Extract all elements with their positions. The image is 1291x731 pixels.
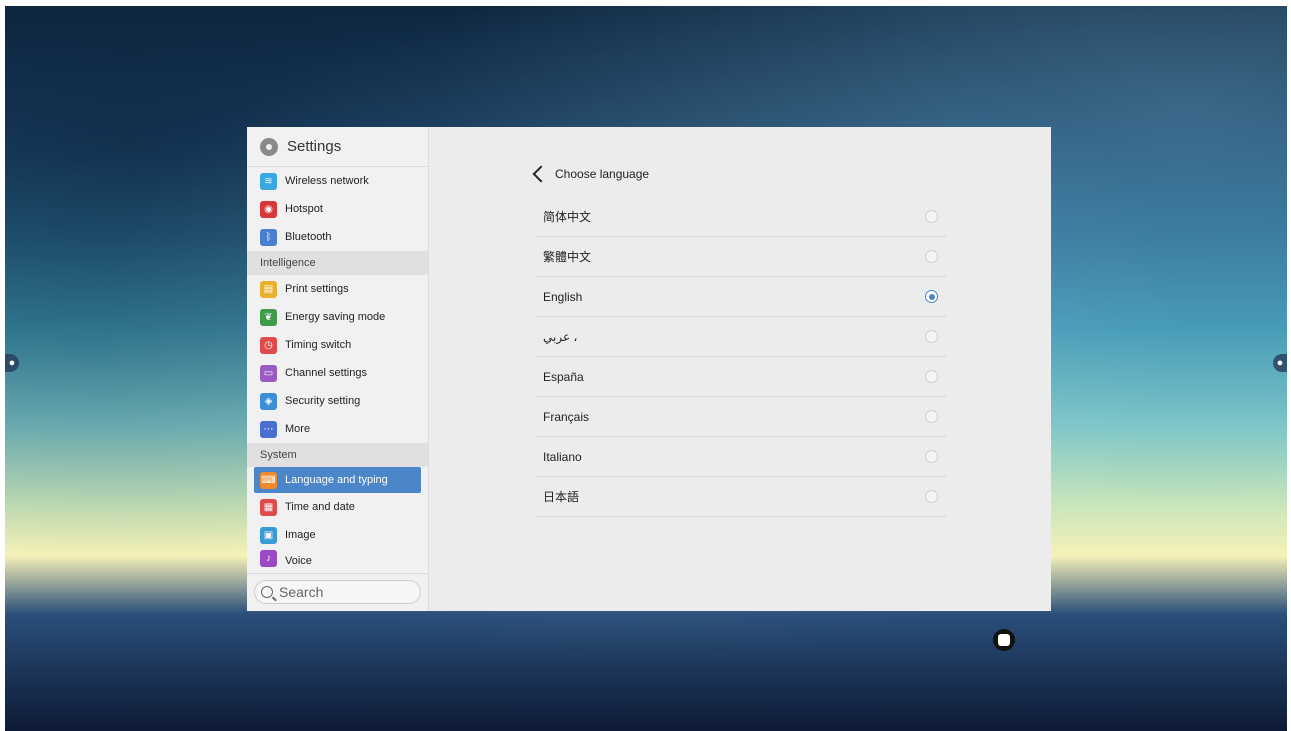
language-option[interactable]: Français <box>535 397 946 437</box>
sidebar-item-hotspot[interactable]: ◉ Hotspot <box>247 195 428 223</box>
search-input[interactable]: Search <box>254 580 421 604</box>
sidebar-header: Settings <box>247 127 428 167</box>
sidebar-item-label: Bluetooth <box>285 231 332 243</box>
section-header-intelligence: Intelligence <box>247 251 428 275</box>
language-option[interactable]: 繁體中文 <box>535 237 946 277</box>
search-placeholder: Search <box>279 584 324 600</box>
radio-button[interactable] <box>925 250 938 263</box>
home-button[interactable] <box>993 629 1015 651</box>
speaker-icon: ♪ <box>260 550 277 567</box>
sidebar-item-label: Image <box>285 529 316 541</box>
language-label: España <box>543 369 584 384</box>
sidebar-item-print-settings[interactable]: ▤ Print settings <box>247 275 428 303</box>
back-button[interactable]: Choose language <box>532 165 650 183</box>
sidebar-item-voice[interactable]: ♪ Voice <box>247 549 428 567</box>
sidebar-item-label: More <box>285 423 311 435</box>
sidebar-item-timing-switch[interactable]: ◷ Timing switch <box>247 331 428 359</box>
chevron-left-icon <box>532 165 550 183</box>
language-label: English <box>543 289 583 304</box>
radio-button[interactable] <box>925 210 938 223</box>
radio-button[interactable] <box>925 410 938 423</box>
sidebar-item-security-setting[interactable]: ◈ Security setting <box>247 387 428 415</box>
language-option[interactable]: English <box>535 277 946 317</box>
language-option[interactable]: 日本語 <box>535 477 946 517</box>
sidebar-item-more[interactable]: ⋯ More <box>247 415 428 443</box>
section-header-system: System <box>247 443 428 467</box>
printer-icon: ▤ <box>260 280 277 298</box>
sidebar-item-label: Security setting <box>285 395 361 407</box>
right-edge-toolbar-handle[interactable]: ● <box>1273 354 1287 372</box>
radio-button[interactable] <box>925 330 938 343</box>
calendar-icon: ▦ <box>260 498 277 516</box>
language-option[interactable]: Italiano <box>535 437 946 477</box>
shield-icon: ◈ <box>260 392 277 410</box>
language-label: Italiano <box>543 449 582 464</box>
leaf-icon: ❦ <box>260 308 277 326</box>
keyboard-icon: ⌨ <box>260 471 277 489</box>
sidebar-item-label: Channel settings <box>285 367 367 379</box>
page-title: Choose language <box>555 167 650 181</box>
language-option[interactable]: España <box>535 357 946 397</box>
sidebar-item-energy-saving-mode[interactable]: ❦ Energy saving mode <box>247 303 428 331</box>
radio-button[interactable] <box>925 490 938 503</box>
sidebar-item-label: Wireless network <box>285 175 369 187</box>
sidebar-item-label: Energy saving mode <box>285 311 386 323</box>
radio-button[interactable] <box>925 370 938 383</box>
bluetooth-icon: ᛒ <box>260 228 277 246</box>
settings-window: Settings ≋ Wireless network ◉ Hotspot ᛒ … <box>247 127 1051 611</box>
settings-sidebar: Settings ≋ Wireless network ◉ Hotspot ᛒ … <box>247 127 429 611</box>
sidebar-item-label: Voice <box>285 555 312 567</box>
sidebar-item-wireless-network[interactable]: ≋ Wireless network <box>247 167 428 195</box>
sidebar-item-channel-settings[interactable]: ▭ Channel settings <box>247 359 428 387</box>
clock-icon: ◷ <box>260 336 277 354</box>
sidebar-item-label: Hotspot <box>285 203 323 215</box>
more-icon: ⋯ <box>260 420 277 438</box>
language-option[interactable]: عربي ، <box>535 317 946 357</box>
sidebar-item-bluetooth[interactable]: ᛒ Bluetooth <box>247 223 428 251</box>
language-option[interactable]: 简体中文 <box>535 197 946 237</box>
sidebar-divider <box>247 573 428 574</box>
language-panel: Choose language 简体中文 繁體中文 English عربي ،… <box>429 127 1051 611</box>
sidebar-title: Settings <box>287 138 342 155</box>
language-label: 繁體中文 <box>543 250 592 264</box>
sidebar-item-label: Print settings <box>285 283 349 295</box>
language-label: 简体中文 <box>543 210 592 224</box>
search-icon <box>261 586 273 598</box>
image-icon: ▣ <box>260 526 277 544</box>
hotspot-icon: ◉ <box>260 200 277 218</box>
radio-button-selected[interactable] <box>925 290 938 303</box>
gear-icon <box>260 137 278 156</box>
sidebar-item-language-and-typing[interactable]: ⌨ Language and typing <box>254 467 421 493</box>
home-icon <box>998 634 1010 646</box>
language-label: Français <box>543 409 590 424</box>
channel-icon: ▭ <box>260 364 277 382</box>
language-label: عربي ، <box>543 329 578 344</box>
radio-button[interactable] <box>925 450 938 463</box>
language-list: 简体中文 繁體中文 English عربي ، España Français <box>535 197 946 517</box>
wifi-icon: ≋ <box>260 172 277 190</box>
sidebar-item-label: Timing switch <box>285 339 352 351</box>
sidebar-item-time-and-date[interactable]: ▦ Time and date <box>247 493 428 521</box>
sidebar-item-image[interactable]: ▣ Image <box>247 521 428 549</box>
language-label: 日本語 <box>543 490 580 504</box>
sidebar-item-label: Language and typing <box>285 474 388 486</box>
sidebar-item-label: Time and date <box>285 501 355 513</box>
